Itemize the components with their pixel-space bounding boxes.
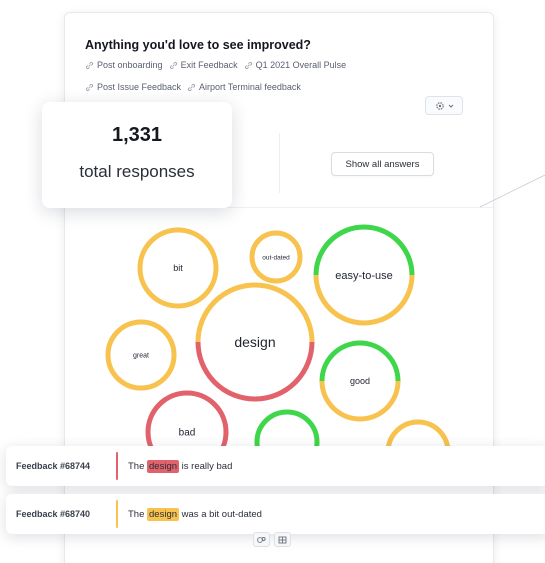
- bubble-label: bad: [179, 428, 196, 439]
- bubble-label: good: [350, 376, 370, 386]
- feedback-id: Feedback #68740: [16, 509, 91, 519]
- total-responses-count: 1,331: [111, 124, 163, 146]
- bubble-label: easy-to-use: [335, 270, 392, 282]
- feedback-row[interactable]: Feedback #68740 The design was a bit out…: [6, 494, 545, 534]
- bubble-arc: [195, 341, 315, 402]
- bubble-out-dated[interactable]: out-dated: [249, 230, 303, 284]
- bubble-label: bit: [173, 263, 183, 273]
- bubble-view-glyph: [257, 536, 266, 543]
- feedback-text: The design was a bit out-dated: [128, 507, 262, 521]
- bubble-label: out-dated: [262, 254, 290, 261]
- table-view-icon[interactable]: [274, 532, 291, 547]
- sentiment-bar: [116, 452, 118, 480]
- bubble-easy-to-use[interactable]: easy-to-use: [313, 224, 415, 326]
- bubble-arc: [313, 224, 415, 276]
- bubble-design[interactable]: design: [195, 282, 315, 402]
- feedback-text-after: is really bad: [179, 460, 233, 472]
- table-view-glyph: [278, 536, 287, 543]
- bubble-arc: [319, 380, 401, 422]
- feedback-id: Feedback #68744: [16, 461, 91, 471]
- feedback-highlight: design: [147, 459, 180, 473]
- stage: Anything you'd love to see improved? Pos…: [0, 0, 545, 563]
- view-toggle: [253, 532, 291, 547]
- total-responses-label: total responses: [79, 162, 195, 181]
- sentiment-bar: [116, 500, 118, 528]
- bubble-label: great: [133, 352, 149, 359]
- feedback-text-before: The: [128, 460, 148, 472]
- bubble-label: design: [234, 334, 275, 350]
- bubble-view-icon[interactable]: [253, 532, 270, 547]
- feedback-row[interactable]: Feedback #68744 The design is really bad: [6, 446, 545, 486]
- feedback-highlight: design: [147, 507, 180, 521]
- bubble-good[interactable]: good: [319, 340, 401, 422]
- bubble-arc: [313, 274, 415, 326]
- feedback-text: The design is really bad: [128, 459, 233, 473]
- bubble-great[interactable]: great: [105, 319, 177, 391]
- total-responses-card: 1,331 total responses: [42, 102, 232, 208]
- bubble-bit[interactable]: bit: [137, 227, 219, 309]
- feedback-text-after: was a bit out-dated: [179, 508, 262, 520]
- feedback-text-before: The: [128, 508, 148, 520]
